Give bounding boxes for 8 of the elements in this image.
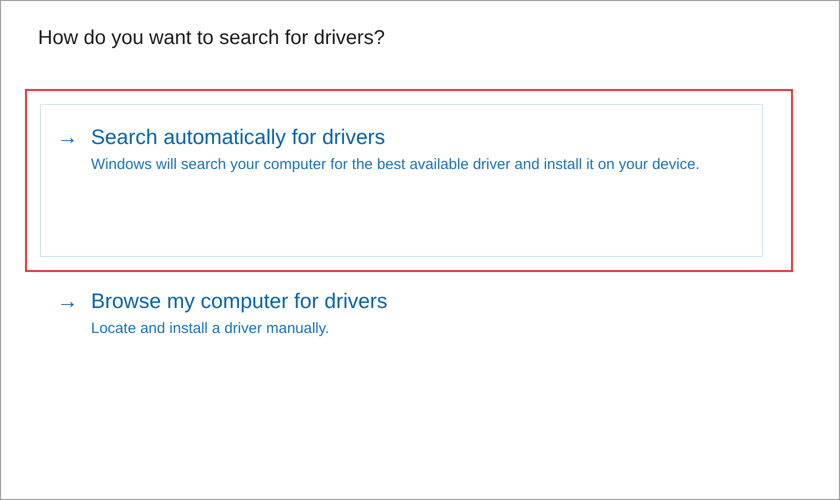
arrow-icon: → [57, 125, 91, 256]
option-panel[interactable]: → Search automatically for drivers Windows will search your computer for the best available driver and install it on your device. [40, 104, 763, 257]
option-title[interactable]: Search automatically for drivers [91, 125, 700, 150]
dialog-heading: How do you want to search for drivers? [38, 26, 386, 51]
option-description: Windows will search your computer for the best available driver and install it on your device. [91, 155, 700, 176]
arrow-icon: → [57, 289, 91, 340]
option-description: Locate and install a driver manually. [91, 319, 330, 340]
option-title[interactable]: Browse my computer for drivers [91, 289, 388, 314]
